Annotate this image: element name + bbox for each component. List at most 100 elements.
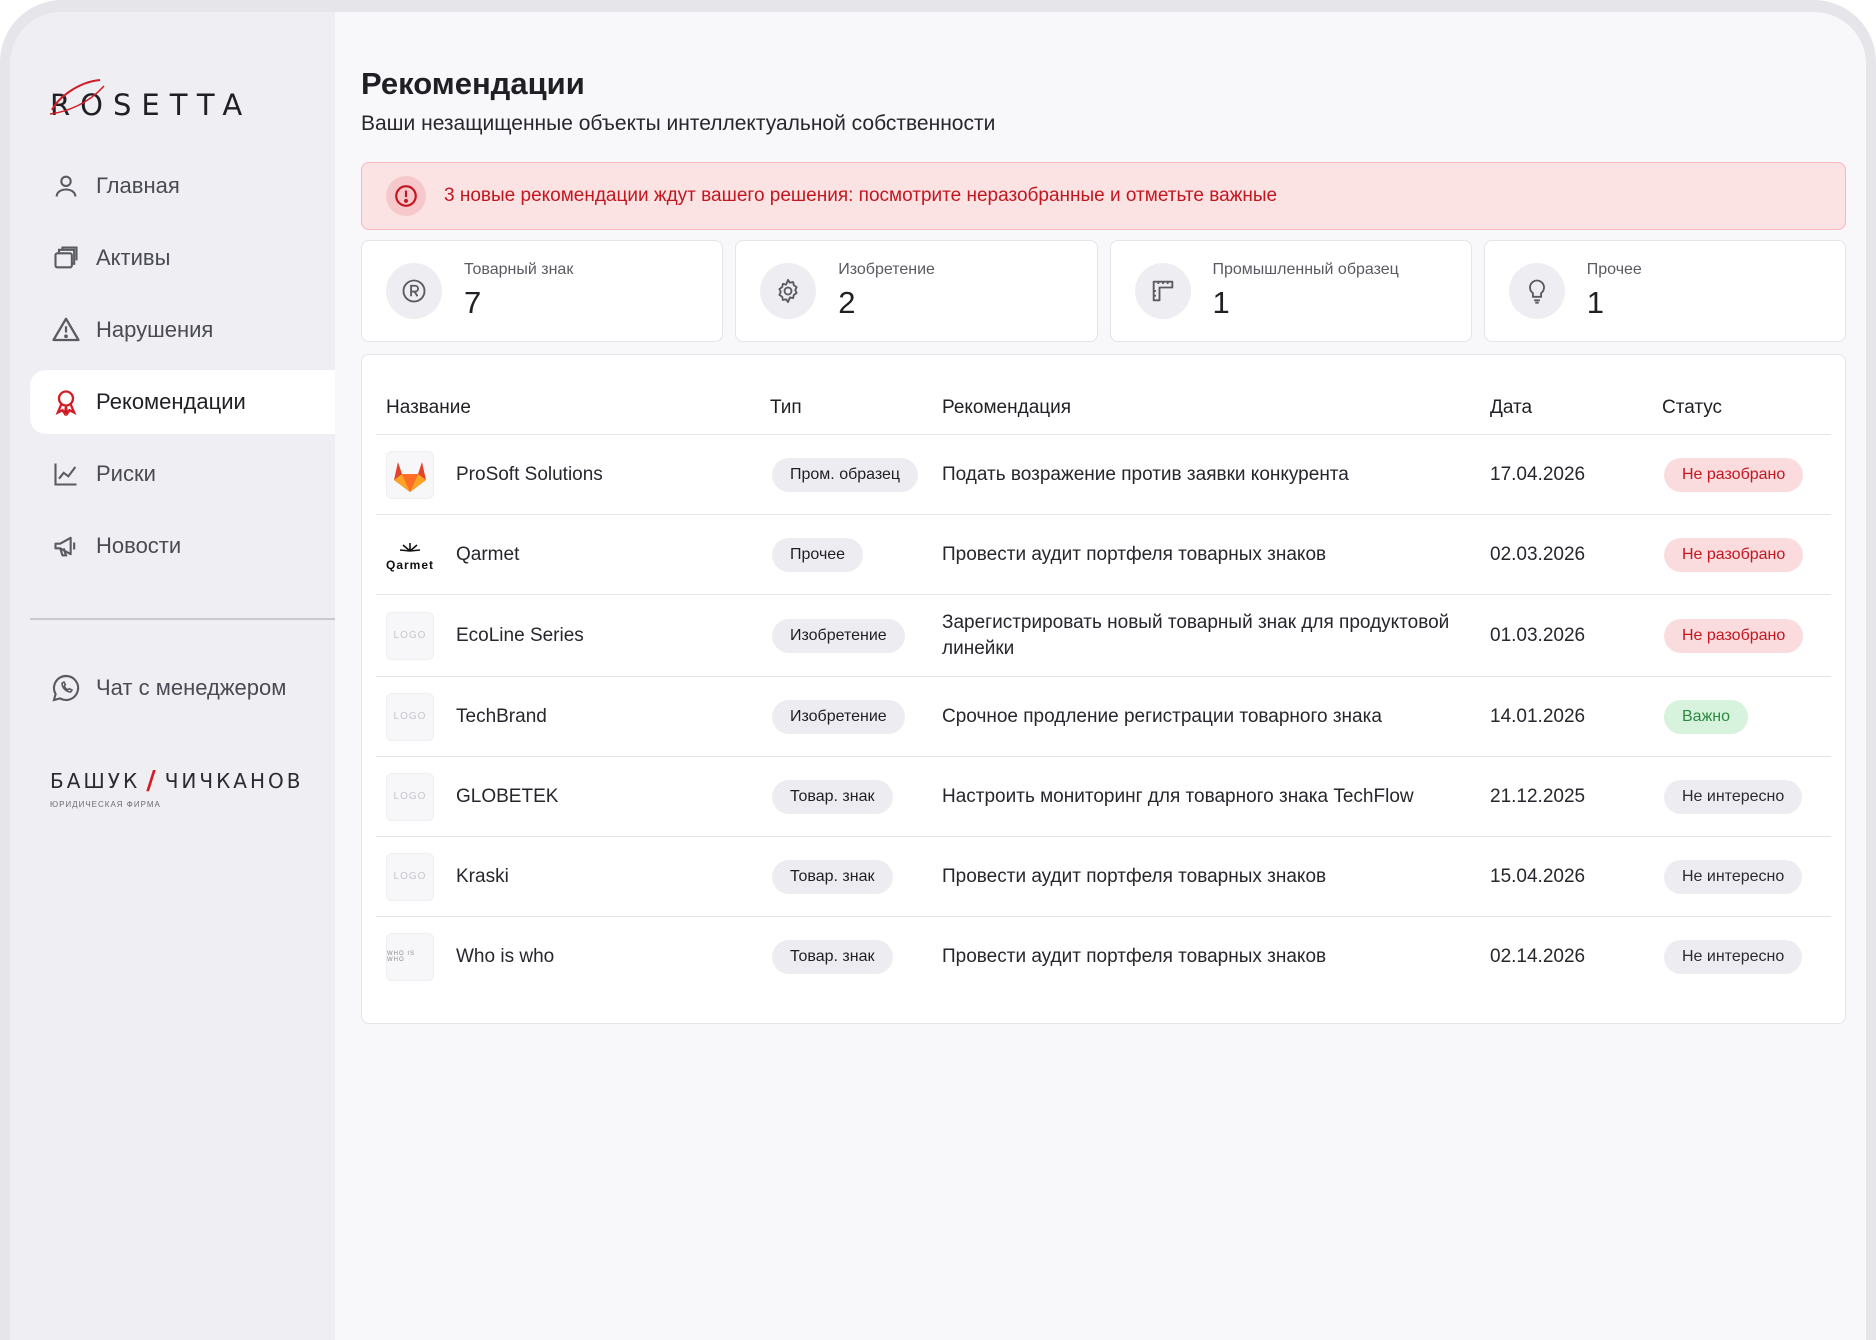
- user-icon: [50, 170, 82, 202]
- placeholder-logo-icon: LOGO: [386, 772, 434, 821]
- alert-banner: 3 новые рекомендации ждут вашего решения…: [361, 162, 1846, 230]
- page-subtitle: Ваши незащищенные объекты интеллектуальн…: [361, 112, 996, 135]
- type-chip: Товар. знак: [772, 859, 893, 894]
- status-badge[interactable]: Важно: [1664, 699, 1749, 734]
- type-chip: Изобретение: [772, 699, 905, 734]
- whatsapp-icon: [50, 672, 82, 704]
- status-badge[interactable]: Не разобрано: [1664, 537, 1804, 572]
- sidebar-item-news[interactable]: Новости: [10, 514, 335, 578]
- placeholder-logo-icon: LOGO: [386, 692, 434, 741]
- placeholder-logo-icon: LOGO: [386, 852, 434, 901]
- chat-manager-button[interactable]: Чат с менеджером: [10, 656, 335, 720]
- date-cell: 02.03.2026: [1490, 543, 1586, 565]
- company-name: Kraski: [456, 865, 509, 887]
- recommendation-text: Провести аудит портфеля товарных знаков: [942, 865, 1327, 887]
- type-chip: Пром. образец: [772, 457, 919, 492]
- status-badge[interactable]: Не интересно: [1664, 779, 1803, 814]
- sidebar-item-home[interactable]: Главная: [10, 154, 335, 218]
- header-date[interactable]: Дата: [1490, 397, 1662, 419]
- stat-card-trademark[interactable]: Товарный знак 7: [361, 240, 724, 342]
- alert-text: 3 новые рекомендации ждут вашего решения…: [444, 185, 1278, 206]
- date-cell: 21.12.2025: [1490, 785, 1586, 807]
- status-badge[interactable]: Не разобрано: [1664, 457, 1804, 492]
- qarmet-logo-icon: Qarmet: [386, 530, 434, 579]
- sidebar-item-label: Риски: [96, 461, 156, 486]
- recommendation-text: Провести аудит портфеля товарных знаков: [942, 946, 1327, 967]
- sidebar-nav: Главная Активы Нарушения Рекомендации Ри…: [10, 154, 335, 578]
- ruler-icon: [1134, 263, 1191, 319]
- table-header: Название Тип Рекомендация Дата Статус: [376, 381, 1831, 435]
- sidebar-item-recommendations[interactable]: Рекомендации: [30, 370, 335, 434]
- sidebar-item-label: Нарушения: [96, 317, 214, 342]
- sidebar-item-label: Активы: [96, 245, 171, 270]
- warning-icon: [50, 314, 82, 346]
- table-row[interactable]: ProSoft Solutions Пром. образец Подать в…: [376, 435, 1831, 515]
- chart-icon: [50, 458, 82, 490]
- firm-subtitle: юридическая фирма: [50, 800, 161, 809]
- header-type[interactable]: Тип: [770, 397, 942, 419]
- status-badge[interactable]: Не интересно: [1664, 940, 1803, 974]
- whoiswho-logo-icon: WHO IS WHO: [386, 933, 434, 981]
- table-row[interactable]: LOGO TechBrand Изобретение Срочное продл…: [376, 677, 1831, 757]
- sidebar: ROSETTA Главная Активы Нарушения Рекомен…: [10, 12, 335, 1340]
- stat-value: 7: [464, 285, 482, 320]
- sidebar-item-label: Рекомендации: [96, 389, 246, 414]
- sidebar-item-assets[interactable]: Активы: [10, 226, 335, 290]
- stat-card-other[interactable]: Прочее 1: [1483, 240, 1846, 342]
- stat-value: 1: [1586, 285, 1604, 320]
- status-badge[interactable]: Не интересно: [1664, 859, 1803, 894]
- chat-manager-label: Чат с менеджером: [96, 675, 287, 700]
- firm-name-right: ЧИЧКАНОВ: [164, 769, 304, 793]
- sidebar-item-violations[interactable]: Нарушения: [10, 298, 335, 362]
- table-row[interactable]: WHO IS WHO Who is who Товар. знак Провес…: [376, 917, 1831, 997]
- type-chip: Товар. знак: [772, 940, 893, 974]
- device-frame: ROSETTA Главная Активы Нарушения Рекомен…: [0, 0, 1876, 1340]
- gear-icon: [760, 263, 817, 319]
- recommendation-text: Срочное продление регистрации товарного …: [942, 705, 1382, 727]
- company-name: Who is who: [456, 946, 555, 967]
- stats-row: Товарный знак 7 Изобретение 2 Промышленн…: [361, 240, 1846, 342]
- stat-label: Промышленный образец: [1212, 261, 1399, 278]
- sidebar-item-label: Новости: [96, 533, 182, 558]
- type-chip: Изобретение: [772, 618, 905, 653]
- megaphone-icon: [50, 530, 82, 562]
- gitlab-logo-icon: [386, 450, 434, 499]
- type-chip: Прочее: [772, 537, 864, 572]
- date-cell: 02.14.2026: [1490, 946, 1586, 967]
- header-recommendation[interactable]: Рекомендация: [942, 395, 1490, 421]
- recommendations-table: Название Тип Рекомендация Дата Статус Pr…: [361, 354, 1846, 1024]
- date-cell: 14.01.2026: [1490, 705, 1586, 727]
- stat-value: 2: [838, 285, 856, 320]
- sidebar-item-label: Главная: [96, 173, 180, 198]
- lightbulb-icon: [1508, 263, 1565, 319]
- firm-logo: БАШУК / ЧИЧКАНОВ юридическая фирма: [50, 766, 335, 809]
- header-status[interactable]: Статус: [1662, 397, 1831, 419]
- sidebar-item-risks[interactable]: Риски: [10, 442, 335, 506]
- table-row[interactable]: LOGO Kraski Товар. знак Провести аудит п…: [376, 837, 1831, 917]
- recommendation-text: Провести аудит портфеля товарных знаков: [942, 543, 1327, 565]
- table-row[interactable]: Qarmet Qarmet Прочее Провести аудит порт…: [376, 515, 1831, 595]
- registered-icon: [386, 263, 442, 319]
- header-name[interactable]: Название: [386, 397, 770, 419]
- alert-circle-icon: [386, 176, 426, 216]
- table-row[interactable]: LOGO GLOBETEK Товар. знак Настроить мони…: [376, 757, 1831, 837]
- status-badge[interactable]: Не разобрано: [1664, 618, 1804, 653]
- company-name: TechBrand: [456, 705, 547, 727]
- page-title: Рекомендации: [361, 66, 585, 101]
- table-row[interactable]: LOGO EcoLine Series Изобретение Зарегист…: [376, 595, 1831, 677]
- recommendation-text: Настроить мониторинг для товарного знака…: [942, 785, 1414, 807]
- logo-swoosh-icon: [49, 79, 105, 115]
- stat-card-invention[interactable]: Изобретение 2: [735, 240, 1098, 342]
- main-content: Рекомендации Ваши незащищенные объекты и…: [335, 12, 1866, 1340]
- date-cell: 17.04.2026: [1490, 463, 1586, 485]
- placeholder-logo-icon: LOGO: [386, 611, 434, 660]
- stat-value: 1: [1212, 285, 1230, 320]
- brand-logo[interactable]: ROSETTA: [49, 66, 335, 122]
- stack-icon: [50, 242, 82, 274]
- stat-label: Изобретение: [838, 261, 935, 278]
- company-name: EcoLine Series: [456, 624, 584, 646]
- award-icon: [50, 386, 82, 418]
- app-window: ROSETTA Главная Активы Нарушения Рекомен…: [10, 12, 1866, 1340]
- stat-card-industrial-design[interactable]: Промышленный образец 1: [1109, 240, 1472, 342]
- qarmet-logo-text: Qarmet: [386, 558, 434, 572]
